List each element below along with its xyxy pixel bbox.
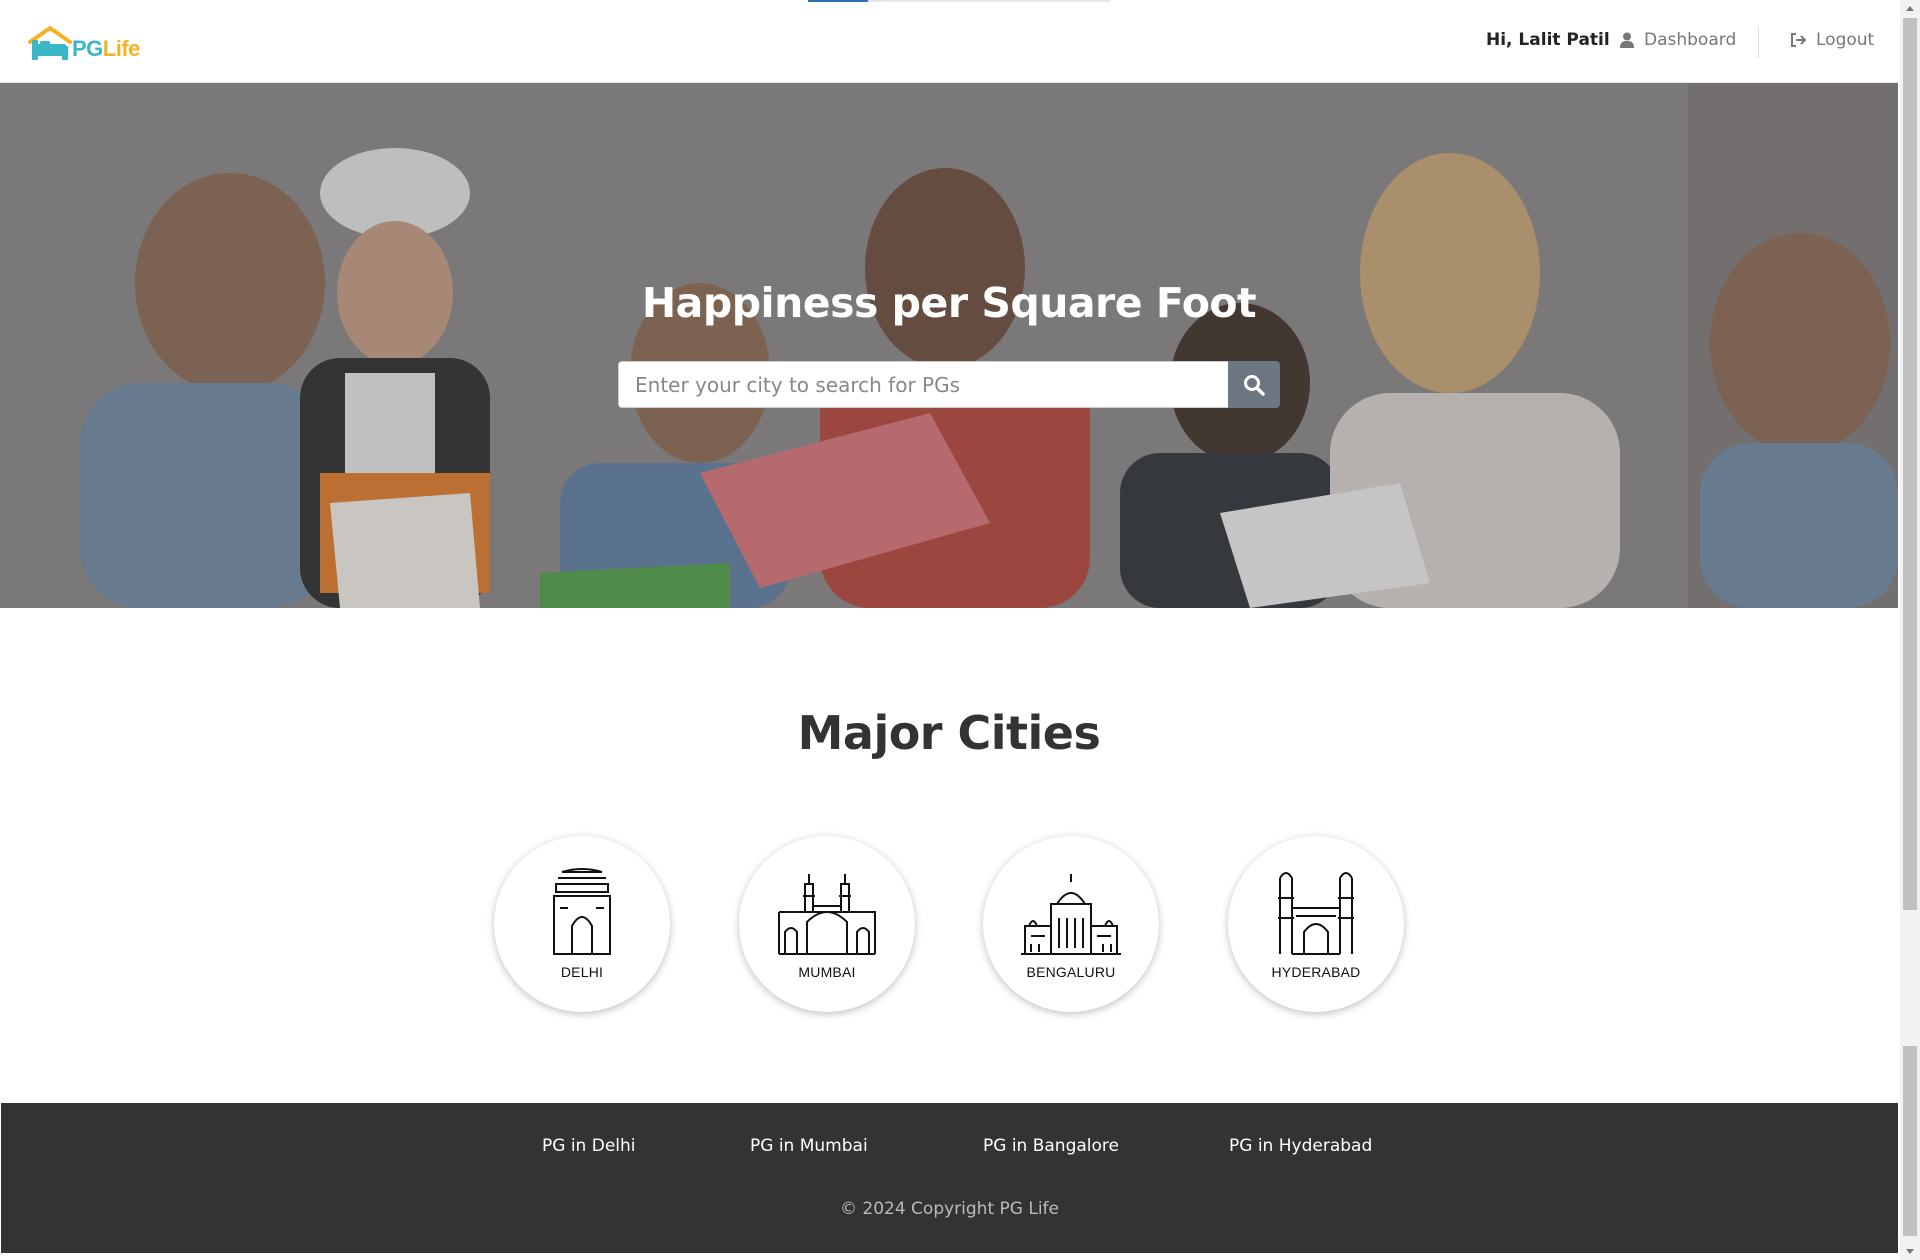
top-navbar: PGLife Hi, Lalit Patil Dashboard Logout <box>0 0 1898 83</box>
city-search-input[interactable] <box>618 361 1228 408</box>
page-loading-bar-fill <box>808 0 869 2</box>
hero-dim-overlay <box>0 83 1898 608</box>
city-card-delhi[interactable]: DELHI <box>494 836 670 1012</box>
india-gate-icon <box>553 868 611 955</box>
page-scrollbar[interactable] <box>1900 0 1920 1260</box>
scrollbar-thumb-lower[interactable] <box>1903 1046 1917 1236</box>
scrollbar-thumb[interactable] <box>1903 18 1917 910</box>
city-card-mumbai[interactable]: MUMBAI <box>739 836 915 1012</box>
brand-name-life: Life <box>102 36 141 61</box>
search-button[interactable] <box>1228 361 1280 408</box>
user-icon <box>1620 32 1634 48</box>
city-search-form <box>618 361 1280 408</box>
copyright-text: © 2024 Copyright PG Life <box>839 1199 1059 1219</box>
vidhana-soudha-icon <box>1021 874 1121 955</box>
scroll-down-arrow-icon[interactable] <box>1900 1243 1920 1260</box>
charminar-icon <box>1278 872 1354 955</box>
hero-title: Happiness per Square Foot <box>641 279 1257 327</box>
nav-divider <box>1758 26 1759 58</box>
search-icon <box>1244 374 1265 396</box>
site-footer: PG in Delhi PG in Mumbai PG in Bangalore… <box>1 1103 1898 1253</box>
dashboard-label: Dashboard <box>1644 30 1737 50</box>
city-card-hyderabad[interactable]: HYDERABAD <box>1228 836 1404 1012</box>
city-label-hyderabad: HYDERABAD <box>1271 964 1361 980</box>
brand-name: PGLife <box>72 36 140 62</box>
user-greeting: Hi, Lalit Patil <box>1486 30 1610 50</box>
scroll-up-arrow-icon[interactable] <box>1900 0 1920 17</box>
city-label-mumbai: MUMBAI <box>798 964 856 980</box>
dashboard-link[interactable]: Dashboard <box>1620 30 1736 50</box>
logout-label: Logout <box>1816 30 1875 50</box>
brand-name-pg: PG <box>72 36 103 61</box>
footer-link-delhi[interactable]: PG in Delhi <box>542 1136 636 1156</box>
city-label-delhi: DELHI <box>560 964 604 980</box>
city-card-bengaluru[interactable]: BENGALURU <box>983 836 1159 1012</box>
footer-link-hyderabad[interactable]: PG in Hyderabad <box>1229 1136 1372 1156</box>
footer-link-mumbai[interactable]: PG in Mumbai <box>750 1136 868 1156</box>
hero-banner: Happiness per Square Foot <box>0 83 1898 608</box>
gateway-of-india-icon <box>778 874 876 955</box>
sign-out-icon <box>1791 33 1806 47</box>
major-cities-title: Major Cities <box>797 706 1101 760</box>
logout-link[interactable]: Logout <box>1790 30 1874 50</box>
footer-link-bangalore[interactable]: PG in Bangalore <box>983 1136 1119 1156</box>
page-loading-bar <box>808 0 1110 2</box>
city-label-bengaluru: BENGALURU <box>1026 964 1116 980</box>
